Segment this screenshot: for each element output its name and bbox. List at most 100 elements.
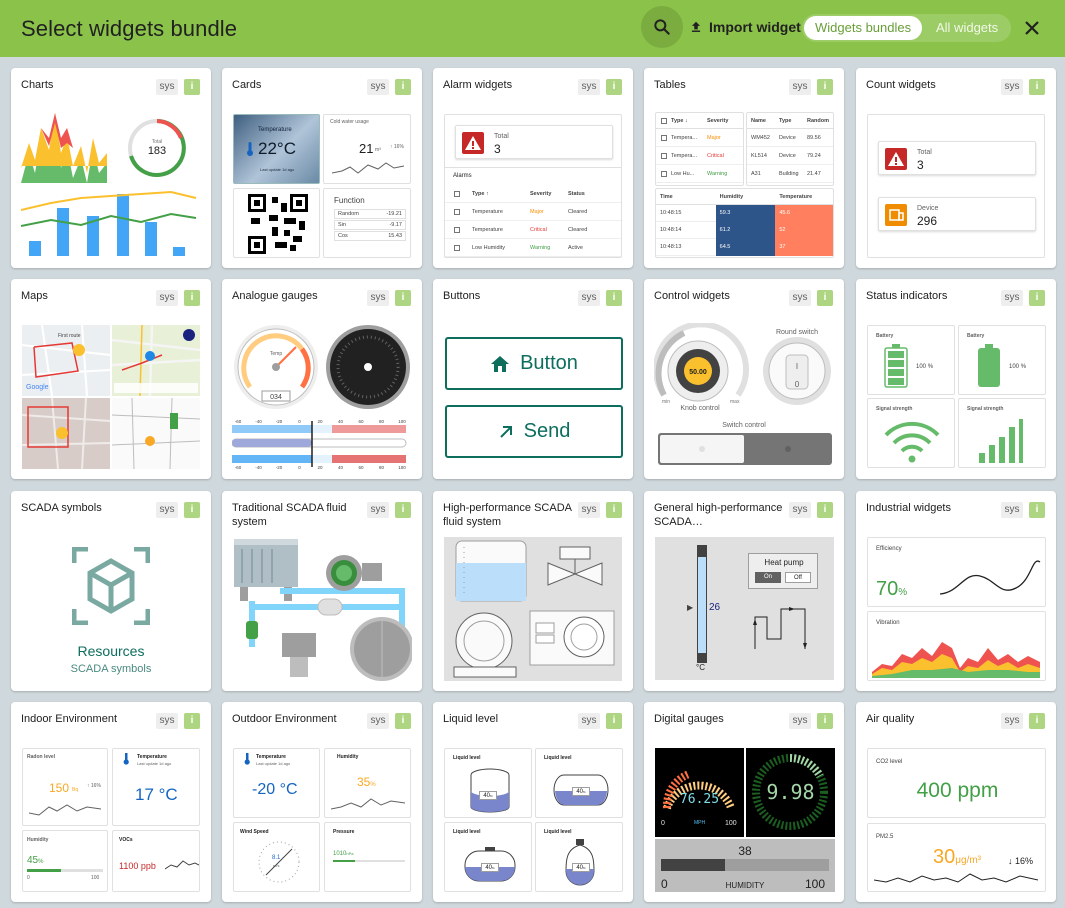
alarm-total-value: 3: [494, 142, 501, 156]
liquid-1-label: Liquid level: [453, 755, 481, 761]
bundle-card-cards[interactable]: Cards sys i Temperature 22°C Last update…: [222, 68, 422, 268]
function-card: Function Random -19.21 Sin -9.17 Cos 15.43: [323, 188, 411, 258]
info-icon[interactable]: i: [184, 713, 200, 729]
bundle-card-tables[interactable]: Tables sys i Type ↓ Severity Tempera... Maj…: [644, 68, 844, 268]
humidity-label: Humidity: [27, 837, 49, 843]
tab-all-widgets[interactable]: All widgets: [932, 16, 1002, 40]
info-icon[interactable]: i: [817, 713, 833, 729]
alarm-type: Low Humidity: [472, 244, 506, 251]
outdoor-temp-sub: Last update 1d ago: [256, 761, 291, 766]
bundle-card-outdoor-environment[interactable]: Outdoor Environment sys i Temperature La…: [222, 702, 422, 902]
info-icon[interactable]: i: [184, 290, 200, 306]
bundle-card-alarm-widgets[interactable]: Alarm widgets sys i Total 3 Alarms Type …: [433, 68, 633, 268]
battery-icon: [978, 344, 1000, 387]
qr-code-icon: [248, 194, 308, 254]
gauge-odometer: 034: [270, 394, 282, 401]
info-icon[interactable]: i: [395, 713, 411, 729]
bundle-card-air-quality[interactable]: Air quality sys i CO2 level 400 ppm PM2.…: [856, 702, 1056, 902]
vocs-value: 1100 ppb: [119, 861, 156, 871]
info-icon[interactable]: i: [606, 502, 622, 518]
import-widget-button[interactable]: Import widget: [689, 15, 801, 39]
bundle-card-industrial-widgets[interactable]: Industrial widgets sys i Efficiency 70% …: [856, 491, 1056, 691]
home-icon: [491, 355, 510, 372]
bundle-card-buttons[interactable]: Buttons sys i Button Send: [433, 279, 633, 479]
alarm-table: Type ↑ Severity Status Temperature Major Clea…: [445, 185, 621, 257]
vibration-area-chart: [872, 642, 1040, 678]
table-cell: Device: [779, 152, 796, 159]
thermometer-icon: [123, 753, 129, 765]
info-icon[interactable]: i: [1029, 713, 1045, 729]
table-cell: 10:48:13: [660, 243, 682, 250]
bundle-card-digital-gauges[interactable]: Digital gauges sys i 76.25 MPH 0 100 9.9…: [644, 702, 844, 902]
info-icon[interactable]: i: [395, 502, 411, 518]
radon-value: 150: [49, 781, 70, 795]
info-icon[interactable]: i: [1029, 79, 1045, 95]
card-title: Liquid level: [443, 713, 499, 725]
row-checkbox: [454, 226, 460, 233]
info-icon[interactable]: i: [395, 290, 411, 306]
level-value: 26: [709, 602, 721, 613]
info-icon[interactable]: i: [817, 502, 833, 518]
sys-badge: sys: [578, 713, 600, 729]
sys-badge: sys: [789, 290, 811, 306]
radon-unit: Bq: [72, 787, 79, 793]
info-icon[interactable]: i: [184, 502, 200, 518]
bundle-card-control-widgets[interactable]: Control widgets sys i 50.00 min max Knob…: [644, 279, 844, 479]
battery-1-value: 100: [916, 364, 927, 370]
battery-2-label: Battery: [967, 333, 985, 339]
bundle-card-analogue-gauges[interactable]: Analogue gauges sys i Temp 034 -60 -40 -20…: [222, 279, 422, 479]
resources-title: Resources: [77, 643, 145, 659]
close-button[interactable]: [1019, 15, 1045, 41]
tab-widgets-bundles[interactable]: Widgets bundles: [804, 16, 923, 40]
efficiency-label: Efficiency: [876, 546, 902, 552]
indoor-temp-value: 17 °C: [135, 785, 178, 804]
bundle-card-charts[interactable]: Charts sys i Total 183: [11, 68, 211, 268]
speed-gauge: 76.25 MPH 0 100: [655, 748, 744, 837]
bundle-card-count-widgets[interactable]: Count widgets sys i Total 3 Device 296: [856, 68, 1056, 268]
info-icon[interactable]: i: [606, 79, 622, 95]
bundle-card-traditional-scada[interactable]: Traditional SCADA fluid system sys i: [222, 491, 422, 691]
switch-off-label: 0: [795, 380, 800, 389]
device-count-card: Device 296: [878, 197, 1036, 231]
bundle-card-liquid-level[interactable]: Liquid level sys i Liquid level 40% Liqu…: [433, 702, 633, 902]
scale-tick-label: -20: [276, 465, 283, 470]
pm25-value: 30: [933, 846, 956, 868]
table-row: Tempera... Critical: [656, 147, 743, 165]
info-icon[interactable]: i: [395, 79, 411, 95]
google-logo: Google: [26, 384, 49, 391]
bundle-card-hp-scada[interactable]: High-performance SCADA fluid system sys …: [433, 491, 633, 691]
temp-value: 22°C: [258, 139, 296, 158]
scale-tick-label: -60: [235, 465, 242, 470]
alarm-count-card: Total 3: [878, 141, 1036, 175]
humidity-min: 0: [27, 875, 30, 881]
bundle-card-status-indicators[interactable]: Status indicators sys i Battery 100 % Ba…: [856, 279, 1056, 479]
info-icon[interactable]: i: [817, 79, 833, 95]
table-row: Low Hu... Warning: [656, 165, 743, 183]
bundle-card-indoor-environment[interactable]: Indoor Environment sys i Radon level 150…: [11, 702, 211, 902]
count-1-value: 3: [917, 158, 924, 172]
sys-badge: sys: [156, 79, 178, 95]
info-icon[interactable]: i: [606, 713, 622, 729]
alarm-count-card: Total 3: [455, 125, 613, 159]
bundle-card-scada-symbols[interactable]: SCADA symbols sys i Resources SCADA symb…: [11, 491, 211, 691]
upload-icon: [691, 21, 701, 32]
bundle-card-maps[interactable]: Maps sys i First route Google: [11, 279, 211, 479]
info-icon[interactable]: i: [606, 290, 622, 306]
sys-badge: sys: [156, 290, 178, 306]
search-button[interactable]: [641, 6, 683, 48]
pm25-sparkline: [874, 873, 1039, 883]
search-icon: [654, 19, 670, 35]
table-cell: Critical: [707, 152, 724, 159]
info-icon[interactable]: i: [817, 290, 833, 306]
info-icon[interactable]: i: [1029, 290, 1045, 306]
row-checkbox: [661, 170, 667, 177]
efficiency-line: [940, 560, 1041, 595]
humidity-bar: [27, 869, 103, 872]
compass-icon: [258, 841, 300, 883]
pm25-change: ↓ 16%: [1008, 856, 1034, 866]
function-rows: Random -19.21 Sin -9.17 Cos 15.43: [334, 209, 406, 242]
info-icon[interactable]: i: [184, 79, 200, 95]
liquid-2-value: 40: [576, 789, 583, 795]
info-icon[interactable]: i: [1029, 502, 1045, 518]
bundle-card-general-hp-scada[interactable]: General high-performance SCADA… sys i ▶ …: [644, 491, 844, 691]
